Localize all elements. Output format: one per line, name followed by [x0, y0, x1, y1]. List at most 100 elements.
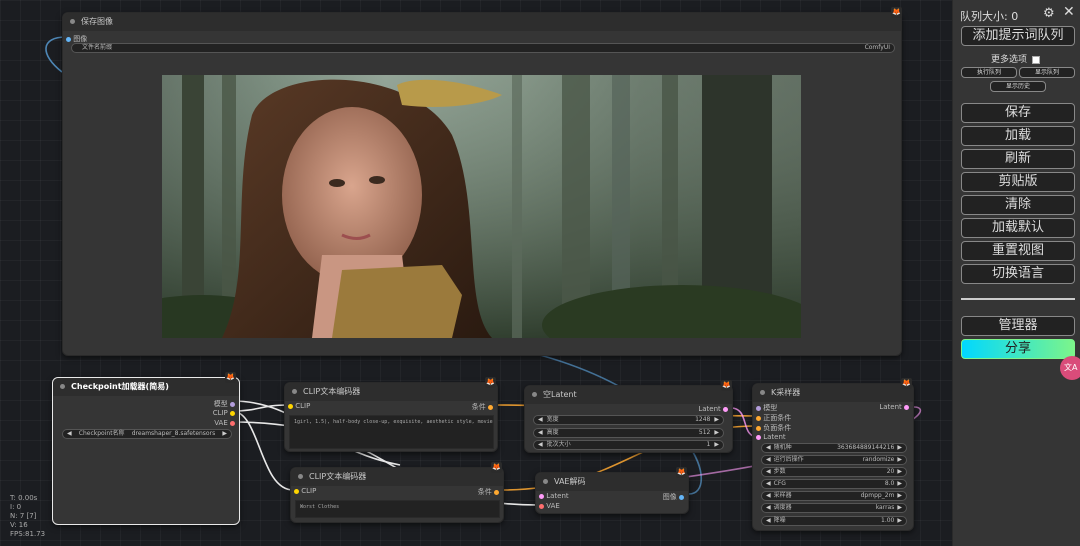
widget-value: ComfyUI: [864, 44, 890, 51]
arrow-right-icon[interactable]: ▶: [897, 517, 902, 525]
widget-value: dpmpp_2m: [860, 492, 895, 499]
input-slot-latent[interactable]: Latent: [539, 492, 569, 500]
widget-value: 8.0: [884, 480, 895, 487]
slot-dot: [288, 403, 293, 409]
gear-icon[interactable]: ⚙: [1043, 6, 1055, 21]
load-button[interactable]: 加载: [961, 126, 1075, 146]
prompt-textarea[interactable]: 1girl, 1.5), half-body close-up, exquisi…: [289, 415, 494, 449]
input-slot-latent[interactable]: Latent: [756, 433, 786, 441]
manager-button[interactable]: 管理器: [961, 316, 1075, 336]
cfg-stepper[interactable]: ◀ CFG 8.0 ▶: [761, 479, 907, 489]
denoise-stepper[interactable]: ◀ 降噪 1.00 ▶: [761, 516, 907, 526]
translate-icon[interactable]: 文A: [1060, 356, 1080, 380]
widget-label: 采样器: [773, 492, 792, 499]
ksampler-node[interactable]: K采样器 🦊 模型 正面条件 负面条件 Latent Latent ◀ 随机种 …: [752, 378, 914, 531]
batch-size-stepper[interactable]: ◀ 批次大小 1 ▶: [533, 440, 724, 450]
input-slot-negative[interactable]: 负面条件: [756, 423, 791, 433]
checkpoint-name-select[interactable]: ◀ Checkpoint名称 dreamshaper_8.safetensors…: [62, 429, 232, 439]
stat-i: I: 0: [10, 503, 22, 511]
empty-latent-node[interactable]: 空Latent 🦊 Latent ◀ 宽度 1248 ▶ ◀ 高度 512 ▶ …: [524, 380, 733, 453]
input-slot-clip[interactable]: CLIP: [288, 402, 310, 410]
node-badge-icon: 🦊: [485, 377, 496, 388]
side-menu: 队列大小: 0 ⚙ ✕ 添加提示词队列 更多选项 执行队列 显示队列 显示历史 …: [952, 0, 1080, 546]
width-stepper[interactable]: ◀ 宽度 1248 ▶: [533, 415, 724, 425]
slot-label: CLIP: [301, 487, 317, 495]
widget-label: 降噪: [773, 517, 786, 524]
prompt-textarea[interactable]: Worst Clothes: [295, 500, 500, 518]
clipspace-button[interactable]: 剪贴版: [961, 172, 1075, 192]
input-slot-clip[interactable]: CLIP: [294, 487, 316, 495]
view-history-button[interactable]: 显示历史: [990, 81, 1046, 92]
input-slot-vae[interactable]: VAE: [539, 502, 560, 510]
share-button[interactable]: 分享: [961, 339, 1075, 359]
slot-label: Latent: [698, 405, 721, 413]
node-title[interactable]: CLIP文本编码器: [285, 383, 497, 401]
queue-front-button[interactable]: 执行队列: [961, 67, 1017, 78]
output-slot-conditioning[interactable]: 条件: [472, 402, 493, 412]
arrow-left-icon[interactable]: ◀: [67, 430, 72, 438]
node-title[interactable]: CLIP文本编码器: [291, 468, 503, 486]
output-slot-model[interactable]: 模型: [214, 399, 235, 409]
load-default-button[interactable]: 加载默认: [961, 218, 1075, 238]
arrow-right-icon[interactable]: ▶: [714, 416, 719, 424]
slot-dot: [230, 401, 235, 407]
steps-stepper[interactable]: ◀ 步数 20 ▶: [761, 467, 907, 477]
node-title[interactable]: Checkpoint加载器(简易): [53, 378, 239, 396]
queue-prompt-button[interactable]: 添加提示词队列: [961, 26, 1075, 46]
node-title[interactable]: K采样器: [753, 384, 913, 402]
sampler-select[interactable]: ◀ 采样器 dpmpp_2m ▶: [761, 491, 907, 501]
control-after-generate-select[interactable]: ◀ 运行后操作 randomize ▶: [761, 455, 907, 465]
arrow-right-icon[interactable]: ▶: [222, 430, 227, 438]
slot-dot: [723, 406, 728, 412]
node-title[interactable]: 保存图像: [63, 13, 901, 31]
view-queue-button[interactable]: 显示队列: [1019, 67, 1075, 78]
arrow-right-icon[interactable]: ▶: [897, 444, 902, 452]
switch-locale-button[interactable]: 切换语言: [961, 264, 1075, 284]
height-stepper[interactable]: ◀ 高度 512 ▶: [533, 428, 724, 438]
extra-options-toggle[interactable]: 更多选项: [991, 52, 1040, 65]
clip-text-encode-negative-node[interactable]: CLIP文本编码器 🦊 CLIP 条件 Worst Clothes: [290, 462, 504, 523]
clear-button[interactable]: 清除: [961, 195, 1075, 215]
vae-decode-node[interactable]: VAE解码 🦊 Latent VAE 图像: [535, 467, 689, 514]
slot-label: VAE: [546, 502, 560, 510]
slot-label: Latent: [763, 433, 786, 441]
wire-clip-pos: [231, 404, 289, 412]
node-title[interactable]: 空Latent: [525, 386, 732, 404]
preview-illustration: [162, 75, 801, 338]
output-slot-image[interactable]: 图像: [663, 492, 684, 502]
arrow-right-icon[interactable]: ▶: [897, 504, 902, 512]
arrow-right-icon[interactable]: ▶: [714, 441, 719, 449]
output-slot-vae[interactable]: VAE: [214, 419, 235, 427]
output-slot-clip[interactable]: CLIP: [213, 409, 235, 417]
clip-text-encode-positive-node[interactable]: CLIP文本编码器 🦊 CLIP 条件 1girl, 1.5), half-bo…: [284, 377, 498, 452]
scheduler-select[interactable]: ◀ 调度器 karras ▶: [761, 503, 907, 513]
slot-label: 负面条件: [763, 424, 792, 432]
arrow-right-icon[interactable]: ▶: [897, 468, 902, 476]
arrow-right-icon[interactable]: ▶: [714, 429, 719, 437]
refresh-button[interactable]: 刷新: [961, 149, 1075, 169]
input-slot-model[interactable]: 模型: [756, 403, 777, 413]
checkbox-icon[interactable]: [1031, 55, 1040, 64]
node-title[interactable]: VAE解码: [536, 473, 688, 491]
checkpoint-loader-node[interactable]: Checkpoint加载器(简易) 🦊 模型 CLIP VAE ◀ Checkp…: [52, 372, 240, 525]
filename-prefix-field[interactable]: 文件名前缀 ComfyUI: [71, 43, 895, 53]
widget-value: 363684889144216: [837, 444, 895, 451]
arrow-right-icon[interactable]: ▶: [897, 492, 902, 500]
widget-label: 调度器: [773, 504, 792, 511]
widget-label: CFG: [773, 480, 786, 487]
close-icon[interactable]: ✕: [1063, 4, 1075, 20]
widget-label: 宽度: [546, 416, 559, 423]
node-badge-icon: 🦊: [676, 467, 687, 478]
seed-stepper[interactable]: ◀ 随机种 363684889144216 ▶: [761, 443, 907, 453]
reset-view-button[interactable]: 重置视图: [961, 241, 1075, 261]
arrow-right-icon[interactable]: ▶: [897, 456, 902, 464]
output-slot-latent[interactable]: Latent: [698, 405, 728, 413]
output-slot-latent[interactable]: Latent: [879, 403, 909, 411]
input-slot-positive[interactable]: 正面条件: [756, 413, 791, 423]
node-graph-canvas[interactable]: 保存图像 🦊 图像 文件名前缀 ComfyUI Checkpoint加载器(简易…: [0, 0, 952, 546]
save-button[interactable]: 保存: [961, 103, 1075, 123]
node-badge-icon: 🦊: [225, 372, 236, 383]
arrow-right-icon[interactable]: ▶: [897, 480, 902, 488]
extra-options-label: 更多选项: [991, 55, 1028, 65]
output-slot-conditioning[interactable]: 条件: [478, 487, 499, 497]
